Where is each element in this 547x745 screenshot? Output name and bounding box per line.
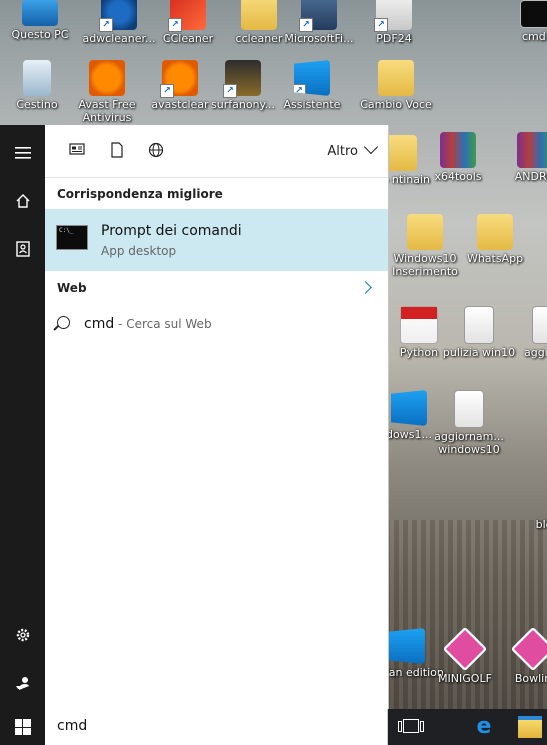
home-icon[interactable] <box>0 179 45 223</box>
web-query: cmd <box>84 316 115 332</box>
search-results-panel: Altro Corrispondenza migliore Prompt dei… <box>45 125 389 709</box>
desktop-icon-assistente[interactable]: Assistente <box>273 60 351 111</box>
edge-browser-icon[interactable]: e <box>472 716 496 738</box>
pdf-file-icon <box>400 306 438 344</box>
web-filter-globe-icon[interactable] <box>146 142 166 162</box>
start-menu-rail <box>0 125 45 745</box>
folder-icon <box>241 0 277 30</box>
windows-icon <box>391 390 427 426</box>
search-filter-toolbar: Altro <box>45 125 388 177</box>
file-explorer-icon[interactable] <box>518 716 542 738</box>
folder-icon <box>378 60 414 96</box>
chevron-right-icon[interactable] <box>359 281 372 294</box>
start-button[interactable] <box>0 709 45 745</box>
taskbar: e <box>0 709 547 745</box>
web-heading: Web <box>57 281 87 295</box>
taskbar-search-box[interactable] <box>45 709 388 745</box>
desktop-icon-x64tools[interactable]: x64tools <box>419 132 497 183</box>
text-file-icon <box>454 390 484 428</box>
folder-icon <box>407 214 443 250</box>
text-file-icon <box>464 306 494 344</box>
desktop-icon-blo[interactable]: blo <box>505 480 547 531</box>
best-match-title: Prompt dei comandi <box>101 223 242 239</box>
desktop-icon-pulizia-win10[interactable]: pulizia win10 <box>440 306 518 359</box>
hamburger-menu-icon[interactable] <box>0 131 45 175</box>
winrar-archive-icon <box>517 132 547 168</box>
desktop-icon-avast[interactable]: Avast Free Antivirus <box>68 60 146 124</box>
desktop-icon-minigolf[interactable]: MINIGOLF <box>426 626 504 685</box>
desktop-icon-surfanony[interactable]: surfanony... <box>204 60 282 111</box>
folder-icon <box>477 214 513 250</box>
task-view-icon[interactable] <box>398 719 424 733</box>
best-match-heading: Corrispondenza migliore <box>57 187 223 201</box>
settings-gear-icon[interactable] <box>0 613 45 657</box>
pdf24-icon <box>374 0 412 32</box>
desktop-icon-cestino[interactable]: Cestino <box>0 60 76 111</box>
game-icon <box>510 626 547 672</box>
windows-logo-icon <box>14 719 31 735</box>
desktop-icon-questo-pc[interactable]: Questo PC <box>1 0 79 41</box>
desktop-icon-windows10-inserimento[interactable]: Windows10 Inserimento <box>386 214 464 278</box>
windows-assistant-icon <box>294 60 330 96</box>
web-search-result[interactable]: cmd - Cerca sul Web <box>57 315 212 332</box>
search-icon <box>57 316 70 329</box>
microsoft-fix-icon <box>299 0 337 32</box>
ccleaner-icon <box>168 0 206 32</box>
game-icon <box>442 626 488 672</box>
app-icon <box>389 628 425 664</box>
search-input[interactable] <box>57 718 357 734</box>
adwcleaner-icon <box>99 0 137 32</box>
desktop-icon-bowling[interactable]: Bowlin <box>494 626 547 685</box>
surfanony-icon <box>223 60 261 98</box>
web-search-hint: - Cerca sul Web <box>114 317 212 331</box>
documents-filter-icon[interactable] <box>107 142 127 162</box>
toolbar-divider <box>45 177 388 178</box>
text-file-icon <box>532 306 547 344</box>
avast-icon <box>89 60 125 96</box>
best-match-result[interactable]: Prompt dei comandi App desktop <box>45 209 388 271</box>
apps-filter-icon[interactable] <box>67 142 87 162</box>
cmd-icon <box>520 0 547 28</box>
winrar-archive-icon <box>440 132 476 168</box>
recycle-bin-icon <box>23 60 51 96</box>
computer-icon <box>22 0 58 26</box>
desktop-icon-adwcleaner[interactable]: adwcleaner... <box>80 0 158 45</box>
desktop-icon-cmd[interactable]: cmd.e <box>500 0 547 43</box>
desktop-icon-whatsapp[interactable]: WhatsApp <box>456 214 534 265</box>
feedback-icon[interactable] <box>0 661 45 705</box>
desktop-icon-ccleaner[interactable]: CCleaner <box>149 0 227 45</box>
command-prompt-icon <box>56 225 88 250</box>
more-filters-label: Altro <box>327 144 358 159</box>
chevron-down-icon <box>363 139 379 155</box>
notebook-icon[interactable] <box>0 227 45 271</box>
desktop-icon-pdf24[interactable]: PDF24 <box>355 0 433 45</box>
desktop-icon-microsoftfix[interactable]: MicrosoftFi... <box>280 0 358 45</box>
desktop-icon-cambio-voce[interactable]: Cambio Voce <box>357 60 435 111</box>
desktop-icon-aggiornamenti-windows10[interactable]: aggiornam... windows10 <box>430 390 508 456</box>
best-match-subtitle: App desktop <box>101 244 177 258</box>
avastclear-icon <box>160 60 198 98</box>
desktop-icon-aggior[interactable]: aggior X <box>508 306 547 359</box>
more-filters-button[interactable]: Altro <box>327 139 379 162</box>
file-icon <box>526 480 547 516</box>
desktop-icon-andro[interactable]: ANDRO <box>496 132 547 183</box>
